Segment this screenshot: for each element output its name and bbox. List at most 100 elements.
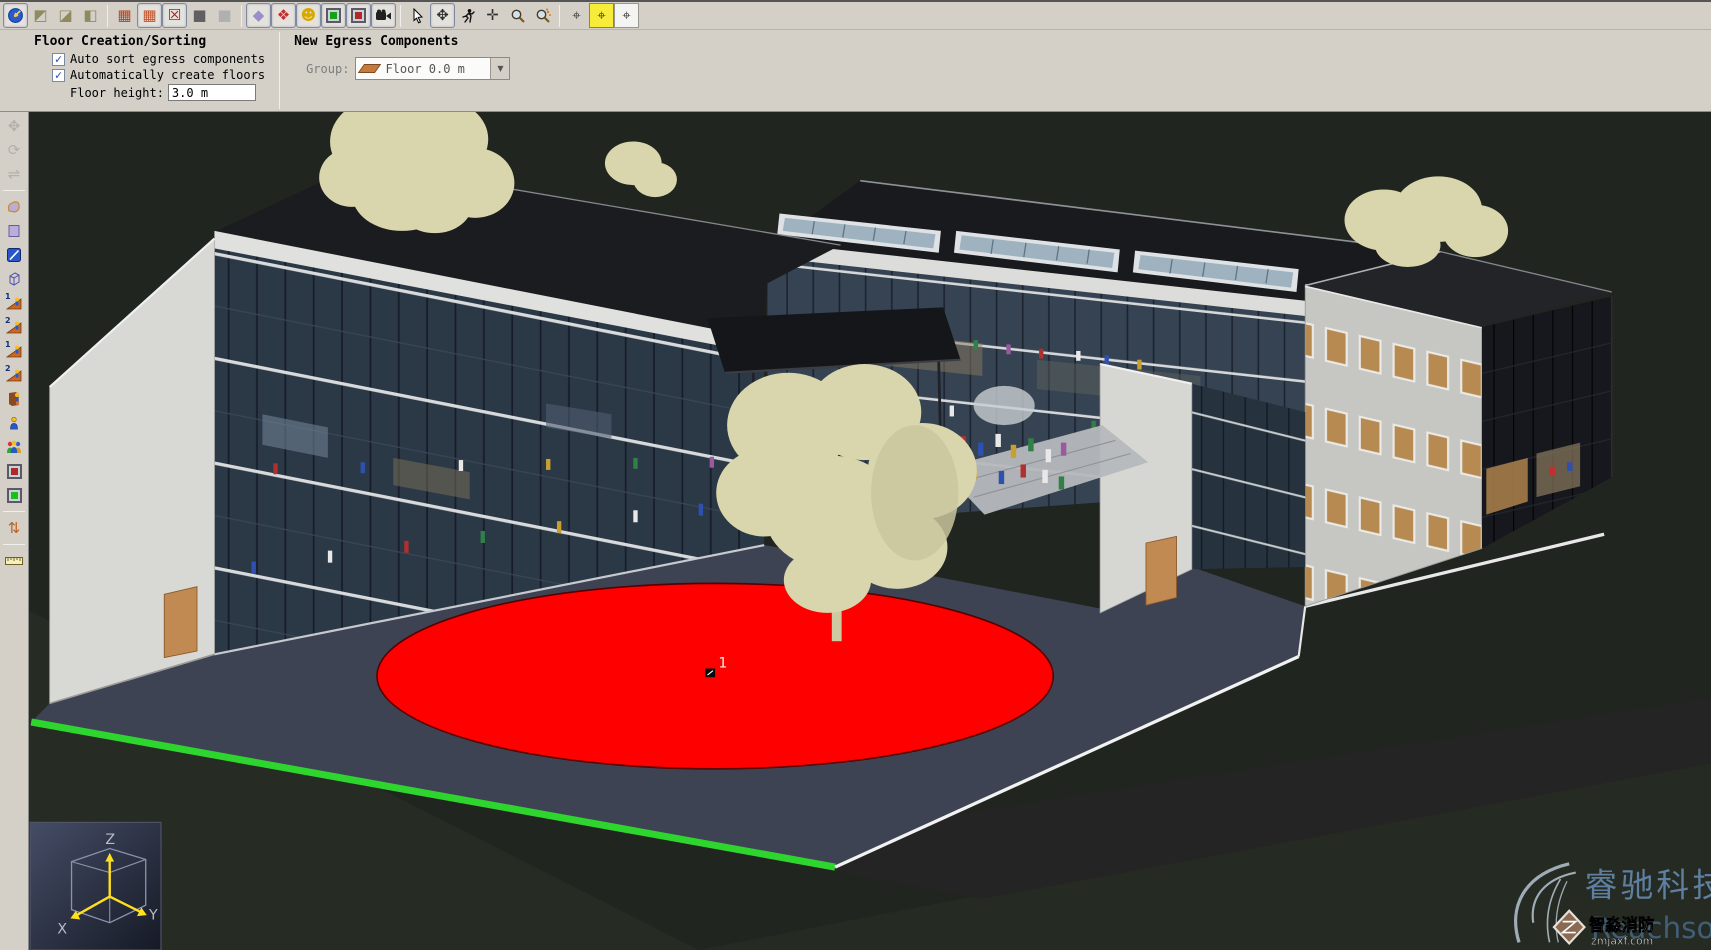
wireframe-mode[interactable]: ▦ [112,3,137,28]
hide-objects-icon: ☒ [168,8,181,23]
door-tool-icon [6,247,22,263]
stairs-one-point-tool[interactable]: 1 [1,291,27,315]
center-view[interactable]: ⌖ [564,3,589,28]
ribbon: Floor Creation/Sorting ✓ Auto sort egres… [0,30,1711,112]
stairs-two-point-tool[interactable]: 2 [1,315,27,339]
add-occupant-group-tool[interactable] [1,435,27,459]
floor-creation-panel: Floor Creation/Sorting ✓ Auto sort egres… [24,30,275,111]
view-front-icon: ◧ [83,8,97,23]
zoom-tool[interactable] [505,3,530,28]
show-occupants[interactable]: ☻ [296,3,321,28]
center-view-icon: ⌖ [572,8,580,23]
select-tool[interactable] [405,3,430,28]
hide-objects[interactable]: ☒ [162,3,187,28]
reset-view[interactable] [3,3,28,28]
toolbar-separator [400,5,401,27]
toolbar-separator [559,5,560,27]
checkbox-tick: ✓ [52,53,65,66]
floor-icon [358,64,381,73]
new-egress-components-panel: New Egress Components Group: Floor 0.0 m [284,30,520,111]
wireframe-mode-icon: ▦ [117,8,131,23]
viewport-3d[interactable]: 1 [29,112,1711,950]
fit-view-select-icon: ⌖ [622,8,630,23]
solid-dark-mode[interactable]: ■ [187,3,212,28]
measurement-region-red[interactable] [1,459,27,483]
group-dropdown-value: Floor 0.0 m [385,62,490,76]
view-front[interactable]: ◧ [78,3,103,28]
toolbar-group: ◆❖ ☻ [246,3,396,28]
scene-3d: 1 [29,112,1711,950]
group-dropdown[interactable]: Floor 0.0 m [355,57,510,80]
measure-tool[interactable] [1,549,27,573]
axis-label-y: Y [148,907,158,923]
view-top-icon: ◩ [33,8,47,23]
zoom-select-tool[interactable] [530,3,555,28]
auto-create-floors-checkbox[interactable]: ✓ Automatically create floors [52,68,265,82]
dropdown-arrow-icon[interactable] [490,58,509,79]
fit-view-all-icon: ⌖ [597,8,605,23]
rotate-object-tool[interactable]: ⟳ [1,138,27,162]
rectangle-room-tool-icon [6,223,22,239]
ramp-two-point-tool[interactable]: 2 [1,363,27,387]
toolbar-separator [3,544,25,545]
rectangle-room-tool[interactable] [1,219,27,243]
walk-tool-icon [460,8,476,24]
floor-height-input[interactable] [168,84,256,101]
tool-number-badge: 2 [5,316,11,325]
axis-label-z: Z [105,832,115,848]
toolbar-separator [3,190,25,191]
solid-light-mode-icon: ■ [217,8,231,23]
monitor-red-icon [351,8,366,23]
walk-tool[interactable] [455,3,480,28]
view-side-icon: ◪ [58,8,72,23]
wireframe-solid-mode[interactable]: ▦ [137,3,162,28]
exit-door-tool[interactable] [1,387,27,411]
pan-tool-icon: ✛ [486,8,499,23]
monitor-red[interactable] [346,3,371,28]
solid-light-mode[interactable]: ■ [212,3,237,28]
drawing-toolbar: ✥⟳⇌1212⇅ [0,112,29,950]
add-occupant-tool[interactable] [1,411,27,435]
view-side[interactable]: ◪ [53,3,78,28]
monitor-green[interactable] [321,3,346,28]
camera-view[interactable] [371,3,396,28]
exit-door-tool-icon [6,391,22,407]
show-terrain[interactable]: ◆ [246,3,271,28]
watermark-logo2-text: 智淼消防 [1589,915,1654,934]
polygon-room-tool[interactable] [1,195,27,219]
pan-tool[interactable]: ✛ [480,3,505,28]
group-label: Group: [306,62,349,76]
door [1146,536,1177,605]
zoom-tool-icon [510,8,526,24]
mirror-object-tool[interactable]: ⇌ [1,162,27,186]
toolbar-separator [107,5,108,27]
add-occupant-tool-icon [7,415,21,431]
orbit-tool-icon: ✥ [436,8,449,23]
extrude-box-tool-icon [6,271,22,287]
extrude-box-tool[interactable] [1,267,27,291]
door-tool[interactable] [1,243,27,267]
measurement-region-green[interactable] [1,483,27,507]
main-toolbar: ◩◪◧▦▦☒■■◆❖☻✥✛⌖⌖⌖ [0,0,1711,30]
show-obstacles[interactable]: ❖ [271,3,296,28]
checkbox-tick: ✓ [52,69,65,82]
view-top[interactable]: ◩ [28,3,53,28]
auto-sort-checkbox[interactable]: ✓ Auto sort egress components [52,52,265,66]
orbit-tool[interactable]: ✥ [430,3,455,28]
auto-sort-label: Auto sort egress components [70,52,265,66]
application-window: { "toolbar_top": { "groups": [ { "items"… [0,0,1711,950]
toolbar-group: ✥✛ [405,3,555,28]
floor-panel-title: Floor Creation/Sorting [34,34,265,49]
fit-view-select[interactable]: ⌖ [614,3,639,28]
egress-panel-title: New Egress Components [294,34,510,49]
axis-indicator: Z Y X [30,822,161,950]
show-occupants-icon: ☻ [301,8,317,23]
axis-label-x: X [57,922,67,938]
fit-view-all[interactable]: ⌖ [589,3,614,28]
move-object-tool[interactable]: ✥ [1,114,27,138]
watermark-company-cn: 睿驰科技 [1584,867,1711,905]
toolbar-separator [241,5,242,27]
ramp-one-point-tool[interactable]: 1 [1,339,27,363]
rotate-object-tool-icon: ⟳ [8,143,21,158]
elevator-tool[interactable]: ⇅ [1,516,27,540]
